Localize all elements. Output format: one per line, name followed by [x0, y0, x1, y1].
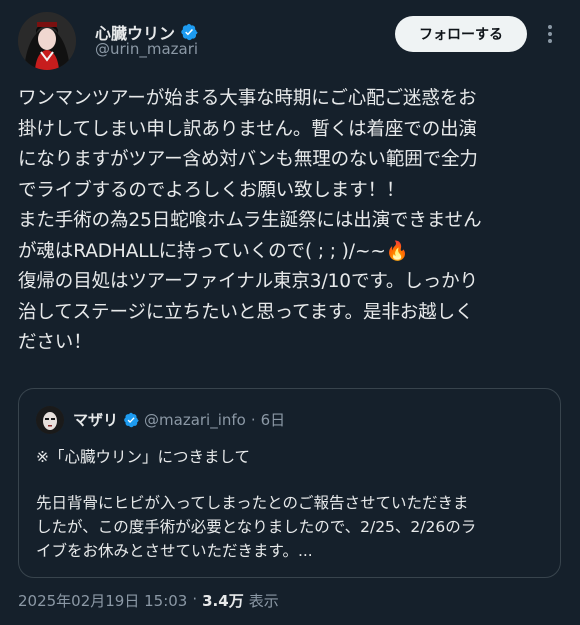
author-avatar[interactable] [18, 12, 76, 70]
quoted-text-line: ※「心臓ウリン」につきまして [36, 448, 251, 466]
quoted-text-line: 先日背骨にヒビが入ってしまったとのご報告させていただきま [36, 494, 469, 512]
tweet-text-line: 復帰の目処はツアーファイナル東京3/10です。しっかり [18, 271, 478, 292]
tweet: 心臓ウリン @urin_mazari フォローする ワンマンツアーが始まる大事な… [0, 0, 580, 625]
tweet-text: ワンマンツアーが始まる大事な時期にご心配ご迷惑をお 掛けしてしまい申し訳ありませ… [18, 84, 570, 359]
more-vertical-icon[interactable] [538, 20, 562, 48]
author-handle[interactable]: @urin_mazari [95, 40, 198, 58]
post-timestamp[interactable]: 2025年02月19日 15:03 [18, 590, 187, 611]
tweet-text-line: ワンマンツアーが始まる大事な時期にご心配ご迷惑をお [18, 88, 477, 109]
tweet-text-line: になりますがツアー含め対バンも無理のない範囲で全力 [18, 149, 478, 170]
tweet-text-line: 掛けしてしまい申し訳ありません。暫くは着座での出演 [18, 118, 477, 140]
quoted-text-line: イブをお休みとさせていただきます。... [36, 542, 313, 560]
tweet-text-line: 治してステージに立ちたいと思ってます。是非お越しく [18, 301, 474, 323]
tweet-meta: 2025年02月19日 15:03 · 3.4万 表示 [18, 590, 279, 611]
tweet-text-line: でライブするのでよろしくお願い致します！！ [18, 179, 405, 201]
quoted-tweet-card[interactable]: マザリ @mazari_info · 6日 ※「心臓ウリン」につきまして 先日背… [18, 388, 561, 578]
quoted-tweet-text: ※「心臓ウリン」につきまして 先日背骨にヒビが入ってしまったとのご報告させていた… [36, 445, 556, 563]
views-count: 3.4万 [202, 592, 244, 610]
quoted-author-name[interactable]: マザリ [73, 409, 118, 430]
follow-button[interactable]: フォローする [395, 16, 527, 52]
tweet-text-line: が魂はRADHALLに持っていくので( ; ; )/~~🔥 [18, 240, 409, 262]
separator-dot: · [250, 410, 256, 429]
quoted-author-row: マザリ @mazari_info · 6日 [73, 409, 285, 430]
tweet-text-line: ださい！ [18, 332, 92, 353]
separator-dot: · [192, 590, 198, 608]
views-label: 表示 [248, 592, 279, 610]
verified-badge-icon [124, 412, 139, 427]
quoted-post-time[interactable]: 6日 [261, 409, 286, 430]
tweet-text-line: また手術の為25日蛇喰ホムラ生誕祭には出演できません [18, 210, 482, 231]
quoted-text-line: したが、この度手術が必要となりましたので、2/25、2/26のラ [36, 518, 477, 536]
quoted-author-avatar[interactable] [36, 406, 64, 434]
quoted-author-handle[interactable]: @mazari_info [144, 411, 246, 429]
verified-badge-icon [181, 23, 198, 41]
